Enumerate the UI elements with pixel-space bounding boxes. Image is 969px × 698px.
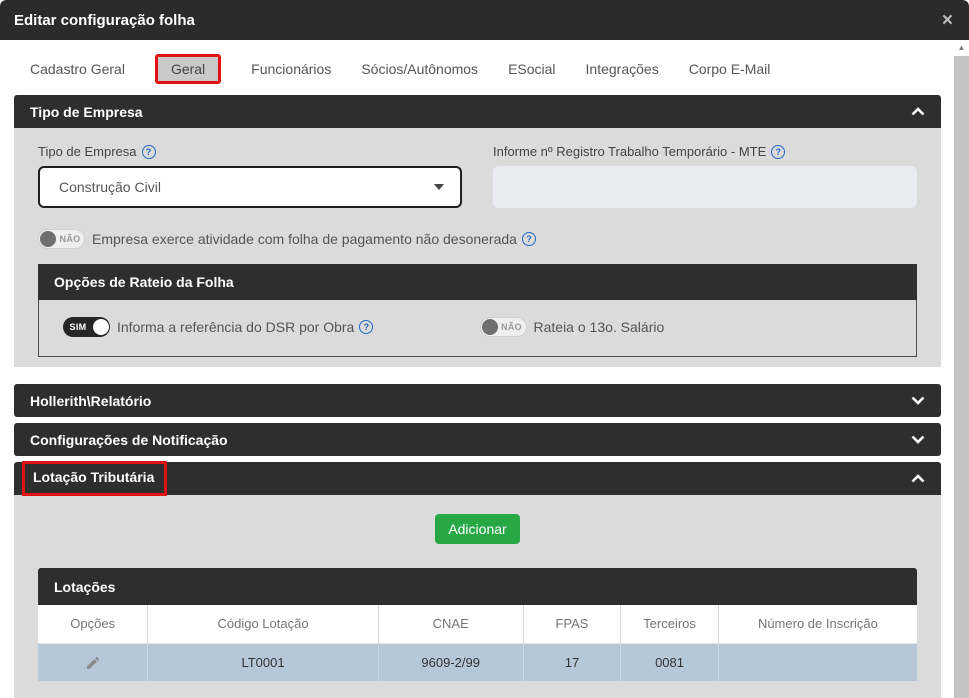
section-tipo-de-empresa: Tipo de Empresa Tipo de Empresa ? Constr… xyxy=(14,95,941,367)
table-header-lotacoes: Lotações xyxy=(38,568,917,605)
edit-config-modal: Editar configuração folha × Cadastro Ger… xyxy=(0,0,969,698)
adicionar-button[interactable]: Adicionar xyxy=(435,514,520,544)
toggle-rateia-13-label: Rateia o 13o. Salário xyxy=(534,319,665,335)
section-title: Tipo de Empresa xyxy=(30,103,143,120)
col-numero-inscricao: Número de Inscrição xyxy=(718,605,917,643)
toggle-13-label-text: Rateia o 13o. Salário xyxy=(533,319,665,335)
section-header-tipo-de-empresa[interactable]: Tipo de Empresa xyxy=(14,95,941,128)
scrollbar-track[interactable] xyxy=(954,56,969,698)
section-body-tipo-de-empresa: Tipo de Empresa ? Construção Civil Infor… xyxy=(14,128,941,367)
table-row: LT0001 9609-2/99 17 0081 xyxy=(38,642,917,681)
panel-opcoes-rateio: Opções de Rateio da Folha SIM Informa a … xyxy=(38,264,917,357)
tab-socios-autonomos[interactable]: Sócios/Autônomos xyxy=(361,61,478,77)
toggle-dsr-obra-label: Informa a referência do DSR por Obra ? xyxy=(117,319,374,335)
tipo-empresa-label: Tipo de Empresa ? xyxy=(38,144,462,159)
close-icon[interactable]: × xyxy=(942,11,953,30)
toggle-state: NÃO xyxy=(59,234,81,244)
tab-geral[interactable]: Geral xyxy=(154,54,222,84)
col-codigo-lotacao: Código Lotação xyxy=(147,605,379,643)
lotacoes-table: Opções Código Lotação CNAE FPAS Terceiro… xyxy=(38,605,917,681)
section-header-configuracoes-notificacao[interactable]: Configurações de Notificação xyxy=(14,423,941,456)
cell-opcoes xyxy=(38,642,149,681)
help-icon[interactable]: ? xyxy=(771,144,786,159)
annotation-red-box: Lotação Tributária xyxy=(22,461,168,496)
modal-title: Editar configuração folha xyxy=(14,11,195,29)
table-title: Lotações xyxy=(54,578,116,595)
tab-integracoes[interactable]: Integrações xyxy=(586,61,659,77)
section-title: Configurações de Notificação xyxy=(30,431,228,448)
cell-numero-inscricao xyxy=(718,642,917,681)
toggle-desonerada-label-text: Empresa exerce atividade com folha de pa… xyxy=(92,231,517,247)
col-opcoes: Opções xyxy=(38,605,149,643)
cell-fpas: 17 xyxy=(523,642,622,681)
col-fpas: FPAS xyxy=(523,605,622,643)
toggle-knob xyxy=(93,319,109,335)
modal-content: Cadastro Geral Geral Funcionários Sócios… xyxy=(0,40,954,698)
toggle-knob xyxy=(481,319,498,335)
table-header-row: Opções Código Lotação CNAE FPAS Terceiro… xyxy=(38,605,917,643)
section-body-lotacao-tributaria: Adicionar Lotações Opções Código Lotação xyxy=(14,495,941,698)
toggle-rateia-13[interactable]: NÃO xyxy=(479,317,527,337)
cell-cnae: 9609-2/99 xyxy=(378,642,524,681)
lotacoes-table-panel: Lotações Opções Código Lotação CNAE FPAS… xyxy=(38,568,917,681)
panel-title: Opções de Rateio da Folha xyxy=(54,274,234,290)
section-title: Lotação Tributária xyxy=(33,469,155,485)
cell-codigo-lotacao: LT0001 xyxy=(147,642,379,681)
tab-cadastro-geral[interactable]: Cadastro Geral xyxy=(30,61,125,77)
section-lotacao-tributaria: Lotação Tributária Adicionar Lotações Op… xyxy=(14,461,941,698)
chevron-up-icon[interactable] xyxy=(911,107,925,116)
col-terceiros: Terceiros xyxy=(620,605,719,643)
edit-pencil-icon[interactable] xyxy=(85,655,101,671)
section-title: Hollerith\Relatório xyxy=(30,392,152,409)
mte-label-text: Informe nº Registro Trabalho Temporário … xyxy=(493,144,767,159)
scrollbar-up-arrow-icon[interactable]: ▲ xyxy=(954,42,969,54)
toggle-knob xyxy=(40,231,56,247)
toggle-state: SIM xyxy=(69,322,87,332)
chevron-down-icon[interactable] xyxy=(911,396,925,405)
vertical-scrollbar[interactable]: ▲ xyxy=(954,40,969,698)
mte-label: Informe nº Registro Trabalho Temporário … xyxy=(493,144,917,159)
toggle-dsr-label-text: Informa a referência do DSR por Obra xyxy=(117,319,355,335)
tab-funcionarios[interactable]: Funcionários xyxy=(251,61,331,77)
help-icon[interactable]: ? xyxy=(521,232,536,246)
panel-body-opcoes-rateio: SIM Informa a referência do DSR por Obra… xyxy=(38,300,917,357)
toggle-row-desonerada: NÃO Empresa exerce atividade com folha d… xyxy=(38,229,917,249)
tipo-empresa-selected-value: Construção Civil xyxy=(59,179,161,195)
help-icon[interactable]: ? xyxy=(359,320,374,334)
toggle-desonerada-label: Empresa exerce atividade com folha de pa… xyxy=(92,231,536,247)
modal-titlebar: Editar configuração folha × xyxy=(0,0,969,40)
section-header-lotacao-tributaria[interactable]: Lotação Tributária xyxy=(14,461,941,496)
panel-header-opcoes-rateio: Opções de Rateio da Folha xyxy=(38,264,917,300)
toggle-desonerada[interactable]: NÃO xyxy=(38,229,85,249)
chevron-down-icon[interactable] xyxy=(911,435,925,444)
section-header-hollerith-relatorio[interactable]: Hollerith\Relatório xyxy=(14,384,941,417)
tipo-empresa-select[interactable]: Construção Civil xyxy=(38,166,462,208)
help-icon[interactable]: ? xyxy=(141,144,156,159)
tipo-empresa-label-text: Tipo de Empresa xyxy=(38,144,137,159)
tab-corpo-email[interactable]: Corpo E-Mail xyxy=(689,61,771,77)
toggle-dsr-obra[interactable]: SIM xyxy=(63,317,110,337)
chevron-up-icon[interactable] xyxy=(911,474,925,483)
tab-esocial[interactable]: ESocial xyxy=(508,61,555,77)
toggle-state: NÃO xyxy=(501,322,522,332)
cell-terceiros: 0081 xyxy=(620,642,719,681)
tab-bar: Cadastro Geral Geral Funcionários Sócios… xyxy=(0,40,954,95)
mte-input[interactable] xyxy=(493,166,917,208)
chevron-down-icon xyxy=(434,184,444,190)
col-cnae: CNAE xyxy=(378,605,524,643)
